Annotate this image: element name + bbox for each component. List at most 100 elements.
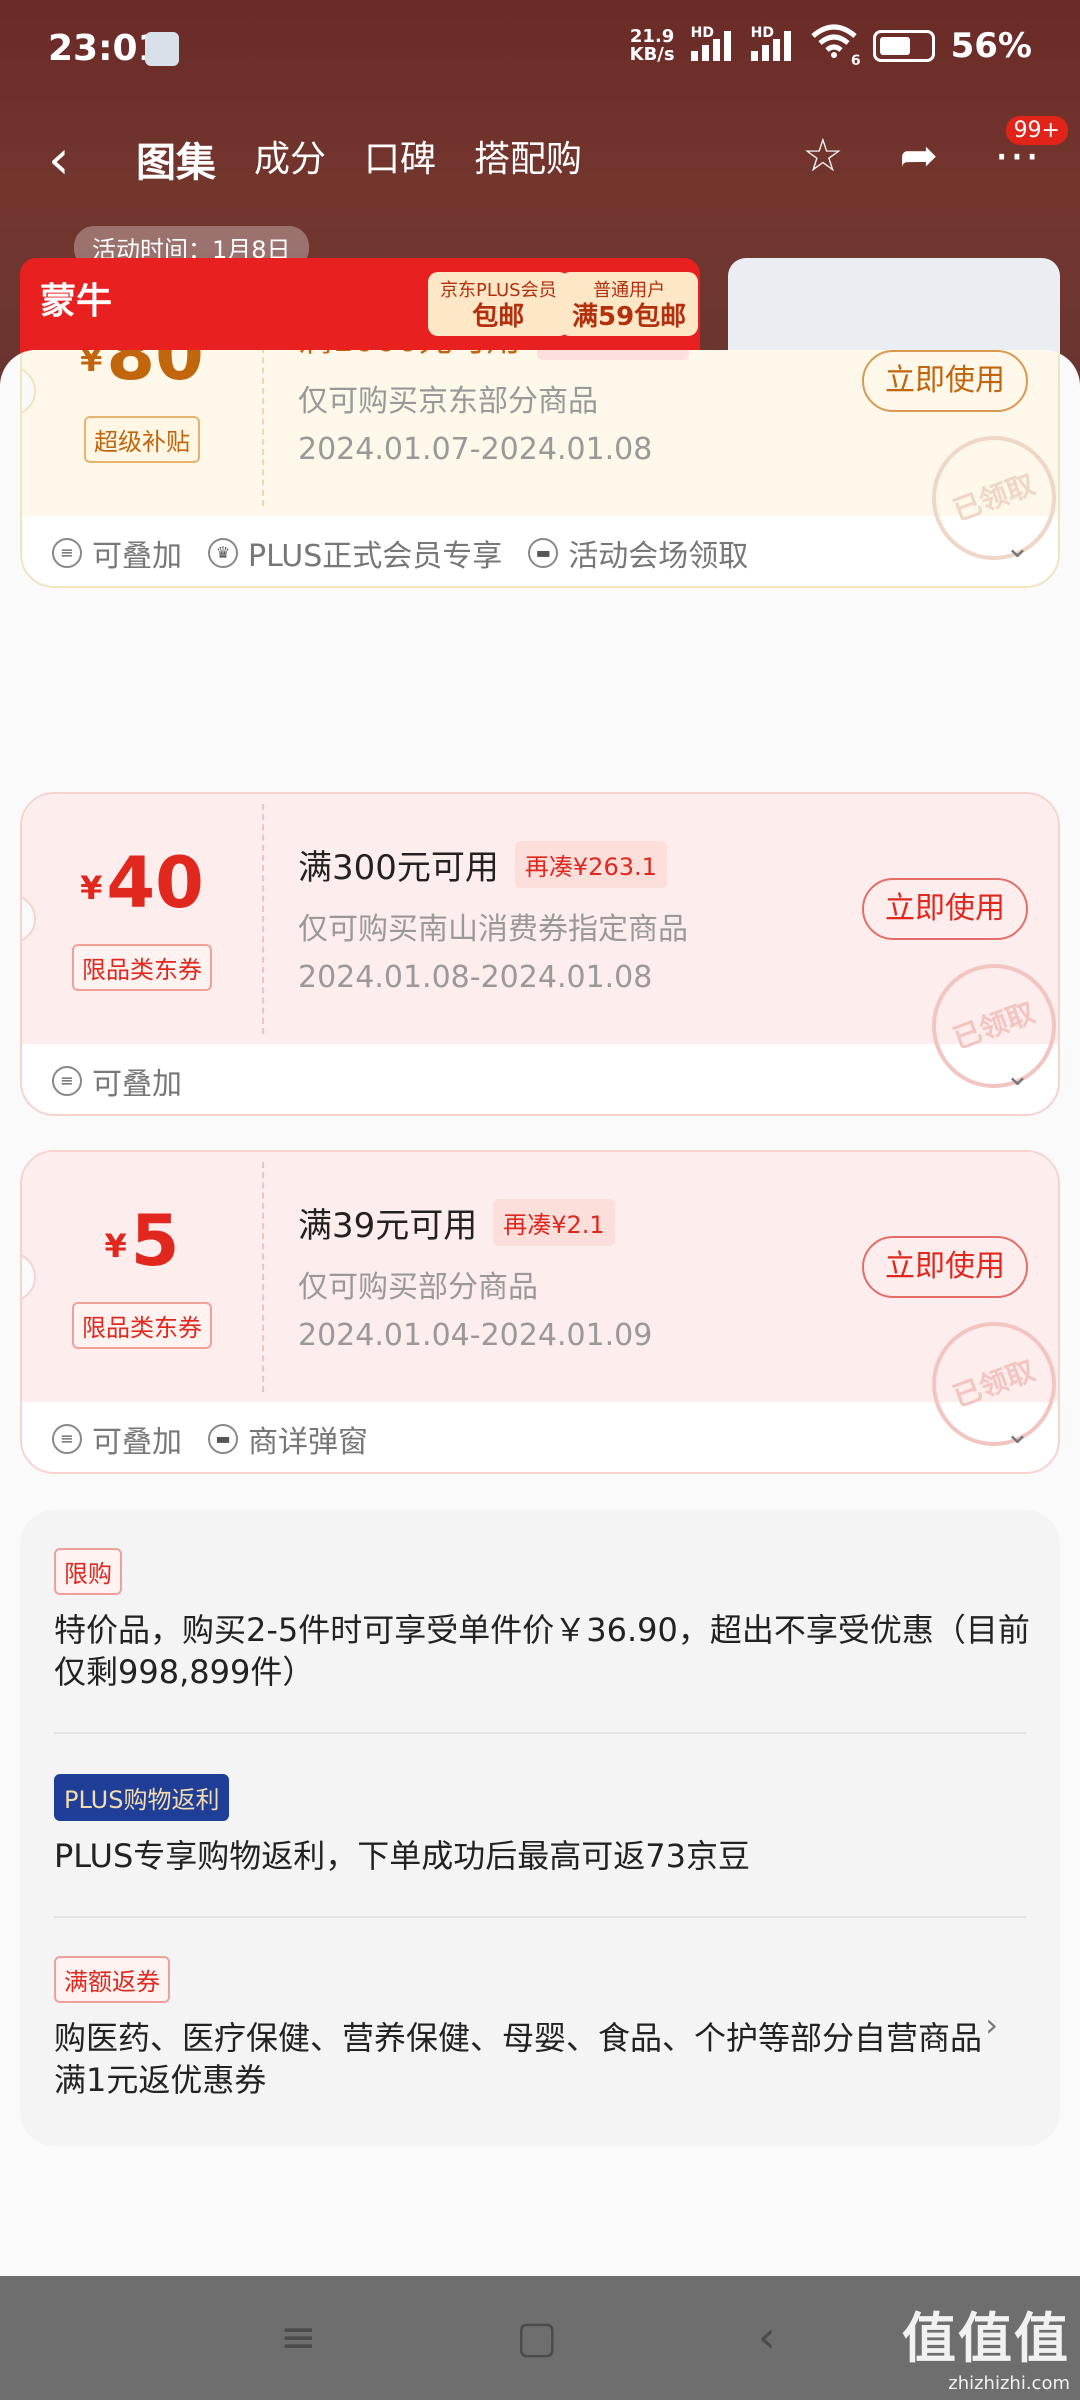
coupon-type-tag: 限品类东券 <box>72 1302 212 1349</box>
coupon-scope: 仅可购买部分商品 <box>298 1270 538 1305</box>
feature-label: 可叠加 <box>92 539 182 574</box>
feature-stackable: ≡ 可叠加 <box>52 1417 182 1461</box>
back-arrow-icon[interactable]: ‹ <box>48 128 70 191</box>
tab-ingredients[interactable]: 成分 <box>254 130 326 188</box>
coupon-divider <box>262 1162 264 1392</box>
watermark-text: 值值值 <box>902 2307 1070 2370</box>
network-speed-value: 21.9 <box>629 25 675 47</box>
wifi-number: 6 <box>850 53 861 69</box>
coupon-divider <box>262 350 264 506</box>
battery-icon <box>872 29 935 62</box>
coupon-features[interactable]: ≡ 可叠加 ▬ 商详弹窗 ⌄ <box>22 1402 1058 1472</box>
coupon-extra-tag: 再凑¥2.1 <box>493 1199 615 1246</box>
normal-shipping-tag: 普通用户 满59包邮 <box>560 272 699 336</box>
coupon-value-area: ¥5 限品类东券 <box>22 1152 262 1402</box>
coupon-date: 2024.01.07-2024.01.08 <box>298 432 653 467</box>
network-speed: 21.9 KB/s <box>629 25 675 65</box>
stack-icon: ≡ <box>52 538 82 568</box>
battery-percent: 56% <box>950 25 1032 66</box>
signal-2: HD <box>750 25 795 61</box>
plus-shipping-label: 京东PLUS会员 <box>440 280 557 301</box>
divider <box>54 1732 1026 1734</box>
feature-plus: ♛ PLUS正式会员专享 <box>208 531 502 575</box>
info-item-purchase-limit: 限购 特价品，购买2-5件时可享受单件价￥36.90，超出不享受优惠（目前仅剩9… <box>54 1548 1044 1693</box>
coupon-condition-text: 满1000元可用 <box>298 350 521 361</box>
coupon-return-tag: 满额返券 <box>54 1956 170 2003</box>
tab-reviews[interactable]: 口碑 <box>364 130 436 188</box>
coupon-card: ¥40 限品类东券 满300元可用 再凑¥263.1 仅可购买南山消费券指定商品 … <box>20 792 1060 1116</box>
limit-text: 特价品，购买2-5件时可享受单件价￥36.90，超出不享受优惠（目前仅剩998,… <box>54 1611 1030 1691</box>
watermark-url: zhizhizhi.com <box>948 2373 1070 2394</box>
use-now-button[interactable]: 立即使用 <box>862 1236 1028 1298</box>
coupon-body: ¥80 超级补贴 满1000元可用 再凑¥963.1 仅可购买京东部分商品 202… <box>22 350 1058 578</box>
coupon-features[interactable]: ≡ 可叠加 ♛ PLUS正式会员专享 ▬ 活动会场领取 ⌄ <box>22 516 1058 586</box>
coupon-card: ¥80 超级补贴 满1000元可用 再凑¥963.1 仅可购买京东部分商品 202… <box>20 350 1060 588</box>
brand-logo: 蒙牛 <box>40 281 113 322</box>
chevron-down-icon[interactable]: ⌄ <box>1005 1058 1030 1093</box>
currency-symbol: ¥ <box>104 1227 127 1265</box>
coupon-date: 2024.01.08-2024.01.08 <box>298 960 653 995</box>
info-item-coupon-return[interactable]: 满额返券 购医药、医疗保健、营养保健、母婴、食品、个护等部分自营商品满1元返优惠… <box>54 1956 984 2101</box>
coupon-condition: 满300元可用 再凑¥263.1 <box>298 840 667 889</box>
info-item-plus-rebate: PLUS购物返利 PLUS专享购物返利，下单成功后最高可返73京豆 <box>54 1774 1044 1877</box>
discount-sheet: 优惠 ¥80 超级补贴 满1000元可用再凑¥963.1 仅可购买京东部分商品 … <box>0 350 1080 2276</box>
feature-label: 可叠加 <box>92 1067 182 1102</box>
feature-stackable: ≡ 可叠加 <box>52 531 182 575</box>
coupon-value-area: ¥80 超级补贴 <box>22 350 262 516</box>
currency-symbol: ¥ <box>80 869 103 907</box>
ticket-icon: ▬ <box>528 538 559 568</box>
feature-popup: ▬ 商详弹窗 <box>208 1417 368 1461</box>
hd-label-2: HD <box>750 24 774 41</box>
coupon-amount-value: 80 <box>106 350 204 396</box>
wifi-icon: 6 <box>810 24 861 69</box>
chevron-down-icon[interactable]: ⌄ <box>1005 530 1030 565</box>
coupon-return-text: 购医药、医疗保健、营养保健、母婴、食品、个护等部分自营商品满1元返优惠券 <box>54 2019 983 2099</box>
use-now-button[interactable]: 立即使用 <box>862 878 1028 940</box>
coupon-divider <box>262 804 264 1034</box>
feature-label: PLUS正式会员专享 <box>248 539 503 574</box>
stack-icon: ≡ <box>52 1066 82 1096</box>
chevron-down-icon[interactable]: ⌄ <box>1005 1416 1030 1451</box>
coupon-type-tag: 限品类东券 <box>72 944 212 991</box>
menu-icon[interactable]: ≡ <box>280 2312 317 2363</box>
signal-1: HD <box>690 25 735 61</box>
coupon-scope: 仅可购买南山消费券指定商品 <box>298 912 688 947</box>
coupon-value-area: ¥40 限品类东券 <box>22 794 262 1044</box>
crown-icon: ♛ <box>208 538 238 568</box>
feature-label: 活动会场领取 <box>568 539 749 574</box>
back-icon[interactable]: ‹ <box>758 2312 776 2363</box>
coupon-type-tag: 超级补贴 <box>84 416 200 463</box>
coupon-body: ¥5 限品类东券 满39元可用 再凑¥2.1 仅可购买部分商品 2024.01.0… <box>22 1152 1058 1464</box>
coupon-amount: ¥5 <box>22 1200 262 1282</box>
plus-shipping-tag: 京东PLUS会员 包邮 <box>428 272 569 336</box>
stack-icon: ≡ <box>52 1424 82 1454</box>
coupon-amount-value: 40 <box>106 842 204 924</box>
ticket-icon: ▬ <box>208 1424 238 1454</box>
coupon-features[interactable]: ≡ 可叠加 ⌄ <box>22 1044 1058 1114</box>
home-icon[interactable]: ▢ <box>516 2312 558 2363</box>
star-icon[interactable]: ☆ <box>802 128 843 182</box>
message-badge: 99+ <box>1005 116 1068 145</box>
network-speed-unit: KB/s <box>629 43 675 65</box>
status-bar: 23:01 21.9 KB/s HD HD 6 56% <box>0 0 1080 100</box>
watermark-logo: 值值值 zhizhizhi.com <box>902 2294 1070 2394</box>
tab-gallery[interactable]: 图集 <box>136 130 216 188</box>
chevron-right-icon[interactable]: › <box>985 2006 998 2044</box>
limit-tag: 限购 <box>54 1548 122 1595</box>
use-now-button[interactable]: 立即使用 <box>862 350 1028 412</box>
coupon-extra-tag: 再凑¥263.1 <box>514 841 667 888</box>
coupon-body: ¥40 限品类东券 满300元可用 再凑¥263.1 仅可购买南山消费券指定商品 … <box>22 794 1058 1106</box>
tab-bundle[interactable]: 搭配购 <box>474 130 582 188</box>
currency-symbol: ¥ <box>80 350 103 379</box>
normal-shipping-label: 普通用户 <box>593 280 666 301</box>
promotion-info-card: 限购 特价品，购买2-5件时可享受单件价￥36.90，超出不享受优惠（目前仅剩9… <box>20 1510 1060 2146</box>
coupon-scope: 仅可购买京东部分商品 <box>298 384 598 419</box>
divider <box>54 1916 1026 1918</box>
wrench-icon <box>145 32 179 66</box>
coupon-condition-text: 满300元可用 <box>298 848 499 888</box>
coupon-card: ¥5 限品类东券 满39元可用 再凑¥2.1 仅可购买部分商品 2024.01.0… <box>20 1150 1060 1474</box>
plus-rebate-tag: PLUS购物返利 <box>54 1774 230 1821</box>
nav-actions: ☆ ➦ ⋯ <box>802 128 1040 182</box>
share-icon[interactable]: ➦ <box>899 128 938 182</box>
system-nav-bar: ≡ ▢ ‹ 值值值 zhizhizhi.com <box>0 2276 1080 2400</box>
